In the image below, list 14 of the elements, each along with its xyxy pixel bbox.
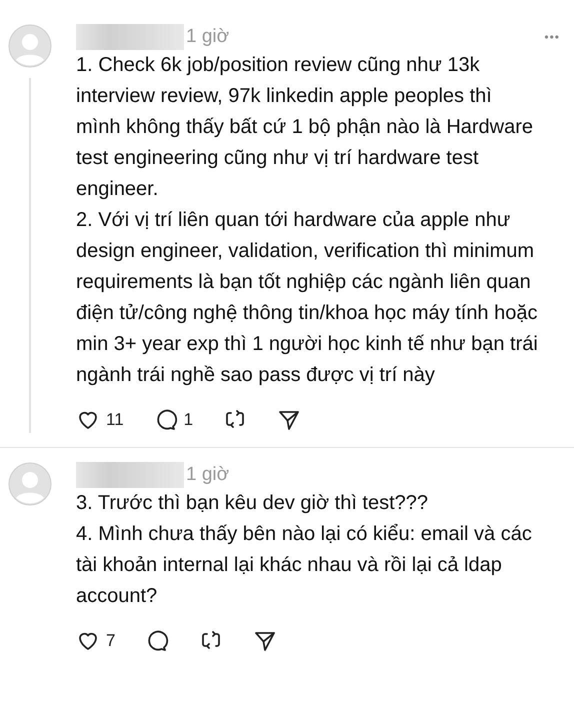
comment-text: 1. Check 6k job/position review cũng như 13k interview review, 97k linkedin apple peoples thì mình không thấy bất cứ 1 bộ phận nào là Hardware test engineering cũng như vị trí hardware test engineer. (76, 53, 534, 202)
comment-text: 4. Mình chưa thấy bên nào lại có kiểu: email và các tài khoản internal lại khác nhau và rồi lại cả ldap account? (76, 522, 533, 609)
send-icon (253, 629, 278, 653)
send-icon (277, 408, 302, 432)
share-button[interactable] (277, 408, 302, 432)
comment-text: 2. Với vị trí liên quan tới hardware của apple như design engineer, validation, verification thì minimum requirements là bạn tốt nghiệp các ngành liên quan điện tử/công nghệ thông tin/khoa học máy tính hoặc min 3+ year exp thì 1 người học kinh tế như bạn trái ngành trái nghề sao pass được vị trí này (76, 208, 538, 388)
like-button[interactable]: 11 (76, 408, 124, 432)
timestamp: 1 giờ (186, 26, 230, 48)
share-button[interactable] (253, 629, 278, 653)
more-button[interactable]: ••• (544, 30, 560, 44)
like-button[interactable]: 7 (76, 629, 116, 653)
reply-button[interactable]: 1 (154, 408, 194, 432)
comment-text: 3. Trước thì bạn kêu dev giờ thì test??? (76, 491, 430, 516)
timestamp: 1 giờ (186, 464, 230, 486)
